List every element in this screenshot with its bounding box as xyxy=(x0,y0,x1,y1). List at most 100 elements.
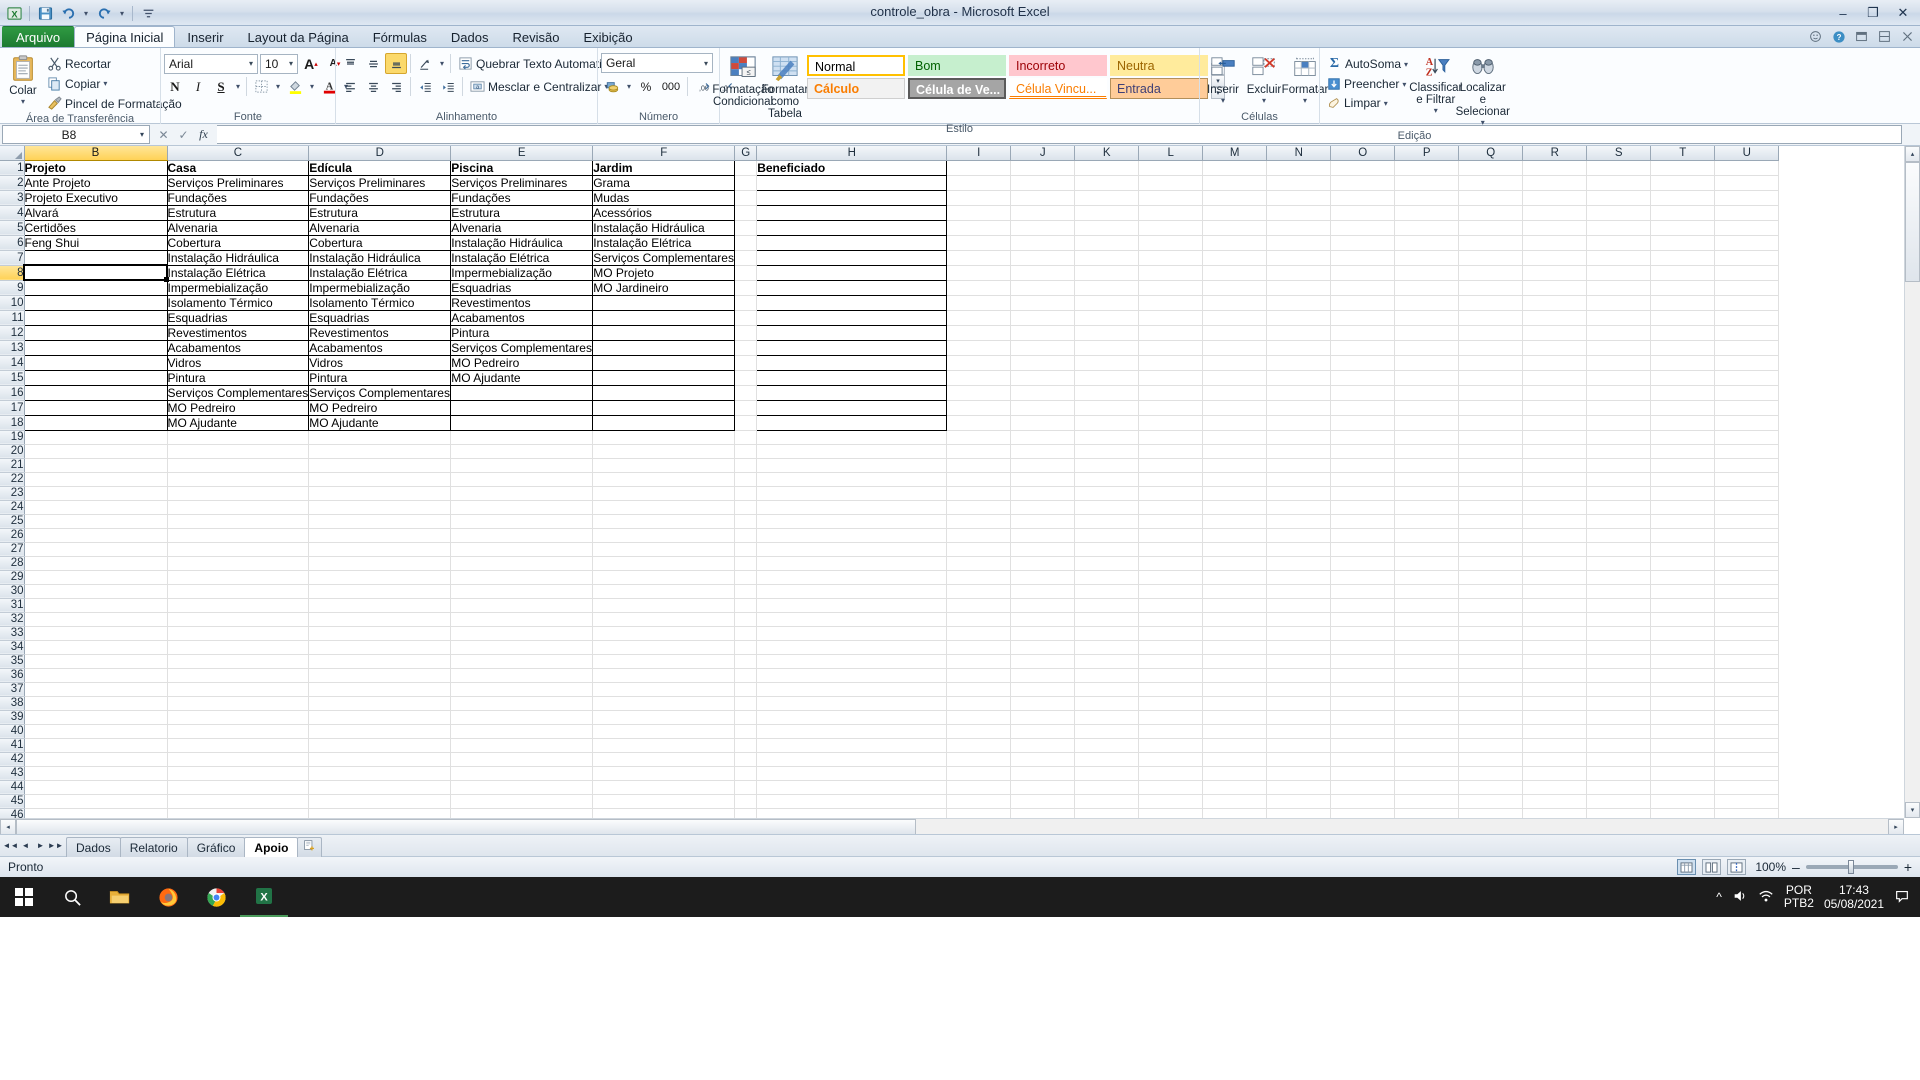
cell-Q31[interactable] xyxy=(1458,598,1524,613)
cell-B22[interactable] xyxy=(24,472,168,487)
cell-U24[interactable] xyxy=(1714,500,1780,515)
cell-N30[interactable] xyxy=(1266,584,1332,599)
cell-F10[interactable] xyxy=(592,294,736,311)
cell-R42[interactable] xyxy=(1522,752,1588,767)
cell-G31[interactable] xyxy=(734,598,758,613)
cell-M13[interactable] xyxy=(1202,340,1268,356)
cell-S44[interactable] xyxy=(1586,780,1652,795)
chrome-icon[interactable] xyxy=(192,877,240,917)
cell-P40[interactable] xyxy=(1394,724,1460,739)
cell-Q7[interactable] xyxy=(1458,250,1524,266)
cell-P34[interactable] xyxy=(1394,640,1460,655)
cell-G41[interactable] xyxy=(734,738,758,753)
cell-F40[interactable] xyxy=(592,724,736,739)
cell-U41[interactable] xyxy=(1714,738,1780,753)
cell-C40[interactable] xyxy=(167,724,310,739)
tab-arquivo[interactable]: Arquivo xyxy=(2,26,75,47)
cell-C22[interactable] xyxy=(167,472,310,487)
cell-L37[interactable] xyxy=(1138,682,1204,697)
cell-U27[interactable] xyxy=(1714,542,1780,557)
cell-J23[interactable] xyxy=(1010,486,1076,501)
cell-T37[interactable] xyxy=(1650,682,1716,697)
tab-pagina-inicial[interactable]: Página Inicial xyxy=(74,26,176,47)
cell-U4[interactable] xyxy=(1714,205,1780,221)
row-header-8[interactable]: 8 xyxy=(0,265,25,281)
cell-L6[interactable] xyxy=(1138,235,1204,251)
cell-U9[interactable] xyxy=(1714,280,1780,296)
search-icon[interactable] xyxy=(48,877,96,917)
cell-R13[interactable] xyxy=(1522,340,1588,356)
cell-J2[interactable] xyxy=(1010,175,1076,191)
cell-Q11[interactable] xyxy=(1458,310,1524,326)
cell-K32[interactable] xyxy=(1074,612,1140,627)
cell-G34[interactable] xyxy=(734,640,758,655)
cell-N31[interactable] xyxy=(1266,598,1332,613)
cell-U7[interactable] xyxy=(1714,250,1780,266)
cell-K45[interactable] xyxy=(1074,794,1140,809)
cell-J11[interactable] xyxy=(1010,310,1076,326)
cell-L24[interactable] xyxy=(1138,500,1204,515)
cell-R27[interactable] xyxy=(1522,542,1588,557)
cell-I22[interactable] xyxy=(946,472,1012,487)
cell-E15[interactable]: MO Ajudante xyxy=(450,369,594,386)
cell-D7[interactable]: Instalação Hidráulica xyxy=(308,249,452,266)
cell-J39[interactable] xyxy=(1010,710,1076,725)
cell-I11[interactable] xyxy=(946,310,1012,326)
cell-H11[interactable] xyxy=(756,309,948,326)
cell-U29[interactable] xyxy=(1714,570,1780,585)
cell-I16[interactable] xyxy=(946,385,1012,401)
cell-D16[interactable]: Serviços Complementares xyxy=(308,384,452,401)
tab-inserir[interactable]: Inserir xyxy=(175,26,235,47)
cell-M39[interactable] xyxy=(1202,710,1268,725)
cell-U30[interactable] xyxy=(1714,584,1780,599)
cell-K15[interactable] xyxy=(1074,370,1140,386)
cell-F32[interactable] xyxy=(592,612,736,627)
cell-R5[interactable] xyxy=(1522,220,1588,236)
cell-G25[interactable] xyxy=(734,514,758,529)
cell-C6[interactable]: Cobertura xyxy=(166,234,310,251)
cell-S2[interactable] xyxy=(1586,175,1652,191)
italic-button[interactable]: I xyxy=(187,76,209,97)
cell-N18[interactable] xyxy=(1266,415,1332,431)
cell-C43[interactable] xyxy=(167,766,310,781)
cell-T33[interactable] xyxy=(1650,626,1716,641)
column-header-G[interactable]: G xyxy=(734,146,758,161)
cell-O10[interactable] xyxy=(1330,295,1396,311)
fill-color-dropdown-icon[interactable]: ▾ xyxy=(307,76,317,97)
cell-Q18[interactable] xyxy=(1458,415,1524,431)
cell-R8[interactable] xyxy=(1522,265,1588,281)
cell-J12[interactable] xyxy=(1010,325,1076,341)
cell-P28[interactable] xyxy=(1394,556,1460,571)
cell-H38[interactable] xyxy=(756,696,948,711)
cell-R19[interactable] xyxy=(1522,430,1588,445)
cell-J15[interactable] xyxy=(1010,370,1076,386)
cell-Q3[interactable] xyxy=(1458,190,1524,206)
cell-C30[interactable] xyxy=(167,584,310,599)
cell-S37[interactable] xyxy=(1586,682,1652,697)
font-name-combo[interactable]: Arial ▾ xyxy=(164,53,258,74)
cell-H13[interactable] xyxy=(756,339,948,356)
cell-R21[interactable] xyxy=(1522,458,1588,473)
autosum-button[interactable]: Σ AutoSoma ▾ xyxy=(1323,54,1412,74)
row-header-33[interactable]: 33 xyxy=(0,626,25,641)
cell-C7[interactable]: Instalação Hidráulica xyxy=(166,249,310,266)
cell-D12[interactable]: Revestimentos xyxy=(308,324,452,341)
cell-F11[interactable] xyxy=(592,309,736,326)
cell-I42[interactable] xyxy=(946,752,1012,767)
cell-S22[interactable] xyxy=(1586,472,1652,487)
cell-T45[interactable] xyxy=(1650,794,1716,809)
cell-I41[interactable] xyxy=(946,738,1012,753)
cell-O3[interactable] xyxy=(1330,190,1396,206)
cell-I32[interactable] xyxy=(946,612,1012,627)
row-header-3[interactable]: 3 xyxy=(0,190,25,206)
cell-E4[interactable]: Estrutura xyxy=(450,204,594,221)
cell-C12[interactable]: Revestimentos xyxy=(166,324,310,341)
cell-N33[interactable] xyxy=(1266,626,1332,641)
cell-S4[interactable] xyxy=(1586,205,1652,221)
cell-P3[interactable] xyxy=(1394,190,1460,206)
normal-view-icon[interactable] xyxy=(1677,859,1697,875)
cell-L20[interactable] xyxy=(1138,444,1204,459)
cell-G12[interactable] xyxy=(734,325,758,341)
cell-O42[interactable] xyxy=(1330,752,1396,767)
tab-exibicao[interactable]: Exibição xyxy=(571,26,644,47)
